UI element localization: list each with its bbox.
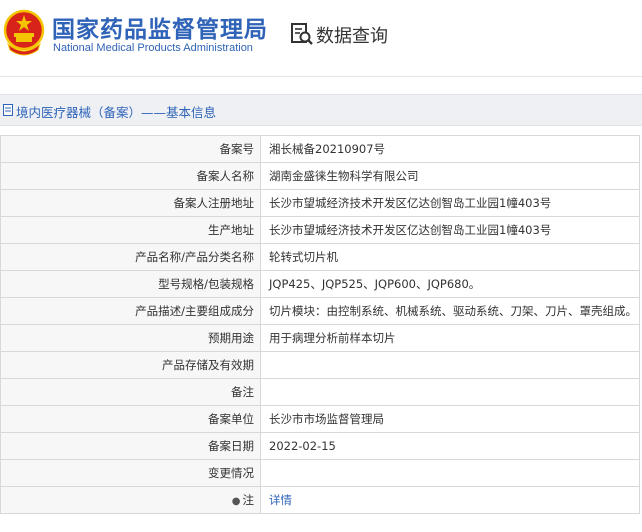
field-label: 备案人名称 [0, 162, 261, 190]
field-label: 备案人注册地址 [0, 189, 261, 217]
field-value: 切片模块：由控制系统、机械系统、驱动系统、刀架、刀片、罩壳组成。 [260, 297, 640, 325]
table-row: 型号规格/包装规格 JQP425、JQP525、JQP600、JQP680。 [0, 270, 640, 298]
table-row: 产品存储及有效期 [0, 351, 640, 379]
table-row: 备案人注册地址 长沙市望城经济技术开发区亿达创智岛工业园1幢403号 [0, 189, 640, 217]
note-label: 注 [242, 493, 255, 507]
site-header: 国家药品监督管理局 National Medical Products Admi… [0, 0, 642, 77]
org-name-cn: 国家药品监督管理局 [52, 17, 268, 43]
table-row: 备案日期 2022-02-15 [0, 432, 640, 460]
field-label: 备案单位 [0, 405, 261, 433]
field-value: 2022-02-15 [260, 432, 640, 460]
field-value: 长沙市望城经济技术开发区亿达创智岛工业园1幢403号 [260, 216, 640, 244]
table-row: 生产地址 长沙市望城经济技术开发区亿达创智岛工业园1幢403号 [0, 216, 640, 244]
org-name-en: National Medical Products Administration [53, 42, 253, 54]
field-label: 备注 [0, 378, 261, 406]
table-row: 备注 [0, 378, 640, 406]
field-value: 长沙市市场监督管理局 [260, 405, 640, 433]
field-label: 产品存储及有效期 [0, 351, 261, 379]
field-value [260, 459, 640, 487]
field-label: 产品描述/主要组成成分 [0, 297, 261, 325]
basic-info-table: 备案号 湘长械备20210907号 备案人名称 湖南金盛徕生物科学有限公司 备案… [0, 135, 640, 514]
query-title: 数据查询 [316, 26, 388, 47]
field-label: 备案日期 [0, 432, 261, 460]
field-value: JQP425、JQP525、JQP600、JQP680。 [260, 270, 640, 298]
data-query-icon [291, 23, 313, 45]
pin-icon: ● [231, 496, 241, 507]
table-row: 产品描述/主要组成成分 切片模块：由控制系统、机械系统、驱动系统、刀架、刀片、罩… [0, 297, 640, 325]
detail-link[interactable]: 详情 [269, 493, 292, 507]
field-value-note: 详情 [260, 486, 640, 514]
field-value: 湘长械备20210907号 [260, 135, 640, 163]
field-value: 用于病理分析前样本切片 [260, 324, 640, 352]
field-label: 生产地址 [0, 216, 261, 244]
table-row: 备案号 湘长械备20210907号 [0, 135, 640, 163]
table-row: 变更情况 [0, 459, 640, 487]
table-row: 备案人名称 湖南金盛徕生物科学有限公司 [0, 162, 640, 190]
field-label: 备案号 [0, 135, 261, 163]
table-row-note: ● 注详情 [0, 486, 640, 514]
field-label: 变更情况 [0, 459, 261, 487]
field-label-note: ● 注 [0, 486, 261, 514]
field-label: 预期用途 [0, 324, 261, 352]
section-header: 境内医疗器械（备案）——基本信息 [0, 94, 642, 126]
field-value: 长沙市望城经济技术开发区亿达创智岛工业园1幢403号 [260, 189, 640, 217]
field-value: 湖南金盛徕生物科学有限公司 [260, 162, 640, 190]
field-label: 型号规格/包装规格 [0, 270, 261, 298]
section-title: 境内医疗器械（备案）——基本信息 [16, 105, 217, 120]
document-icon [3, 104, 13, 116]
table-row: 产品名称/产品分类名称 轮转式切片机 [0, 243, 640, 271]
table-row: 预期用途 用于病理分析前样本切片 [0, 324, 640, 352]
field-label: 产品名称/产品分类名称 [0, 243, 261, 271]
field-value [260, 351, 640, 379]
field-value: 轮转式切片机 [260, 243, 640, 271]
field-value [260, 378, 640, 406]
national-emblem-icon [3, 9, 45, 56]
table-row: 备案单位 长沙市市场监督管理局 [0, 405, 640, 433]
